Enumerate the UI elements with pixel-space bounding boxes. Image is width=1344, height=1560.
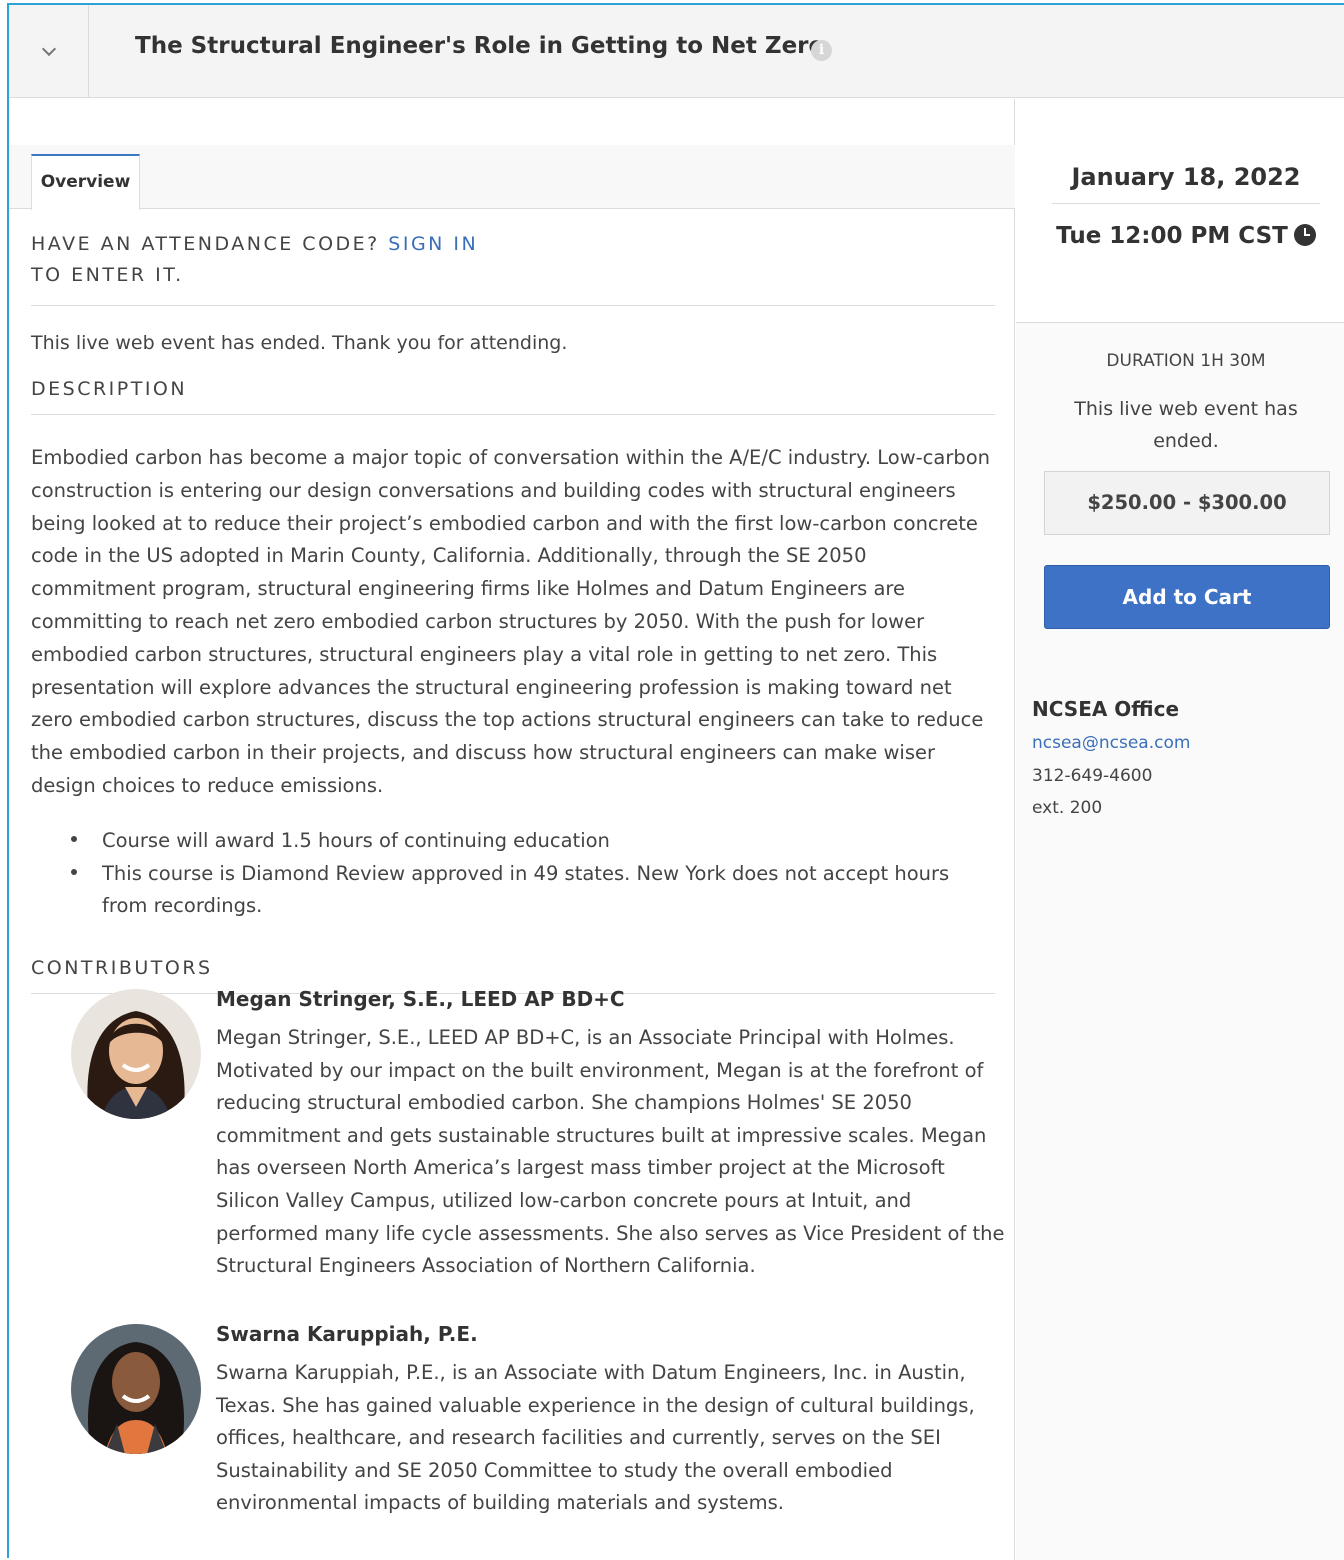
overview-panel: HAVE AN ATTENDANCE CODE? SIGN IN TO ENTE… [31,229,995,995]
sidebar-status: This live web event has ended. [1074,398,1298,452]
event-header: The Structural Engineer's Role in Gettin… [9,5,1344,98]
attendance-prefix: HAVE AN ATTENDANCE CODE? [31,233,380,255]
event-time: Tue 12:00 PM CST [1016,223,1344,249]
chevron-down-icon [41,41,56,56]
event-time-text: Tue 12:00 PM CST [1056,223,1288,249]
event-duration: DURATION 1H 30M [1106,351,1266,371]
event-panel: The Structural Engineer's Role in Gettin… [7,3,1344,1560]
description-heading: DESCRIPTION [31,378,188,400]
description-text: Embodied carbon has become a major topic… [31,446,991,797]
main-content: Overview HAVE AN ATTENDANCE CODE? SIGN I… [9,99,1015,1560]
list-item: This course is Diamond Review approved i… [71,858,991,924]
event-title: The Structural Engineer's Role in Gettin… [135,33,825,59]
contact-email-link[interactable]: ncsea@ncsea.com [1032,733,1190,753]
divider [31,414,995,415]
schedule-box: January 18, 2022 Tue 12:00 PM CST [1016,99,1344,323]
collapse-toggle[interactable] [9,5,89,98]
avatar [71,1324,201,1454]
event-date: January 18, 2022 [1071,163,1301,191]
contributor-name: Megan Stringer, S.E., LEED AP BD+C [216,987,625,1011]
tab-overview[interactable]: Overview [31,154,140,210]
list-item: Course will award 1.5 hours of continuin… [71,825,991,858]
event-status-message: This live web event has ended. Thank you… [31,332,568,354]
tab-bar: Overview [9,145,1015,210]
add-to-cart-button[interactable]: Add to Cart [1044,565,1330,629]
avatar [71,989,201,1119]
event-sidebar: January 18, 2022 Tue 12:00 PM CST DURATI… [1016,99,1344,1560]
contact-extension: ext. 200 [1032,798,1103,818]
contributors-heading: CONTRIBUTORS [31,957,213,980]
contact-phone: 312-649-4600 [1032,766,1153,786]
price-range: $250.00 - $300.00 [1044,471,1330,535]
divider [1052,203,1320,204]
divider [31,305,995,306]
contributor-bio: Swarna Karuppiah, P.E., is an Associate … [216,1361,975,1515]
contributor-bio: Megan Stringer, S.E., LEED AP BD+C, is a… [216,1026,1005,1278]
clock-icon [1293,224,1316,246]
contributor-name: Swarna Karuppiah, P.E. [216,1322,478,1346]
course-info-list: Course will award 1.5 hours of continuin… [31,825,991,923]
contact-name: NCSEA Office [1032,697,1180,721]
sign-in-link[interactable]: SIGN IN [388,233,478,255]
info-icon[interactable]: i [811,40,832,61]
attendance-suffix: TO ENTER IT. [31,264,184,286]
attendance-code-prompt: HAVE AN ATTENDANCE CODE? SIGN IN TO ENTE… [31,229,995,291]
